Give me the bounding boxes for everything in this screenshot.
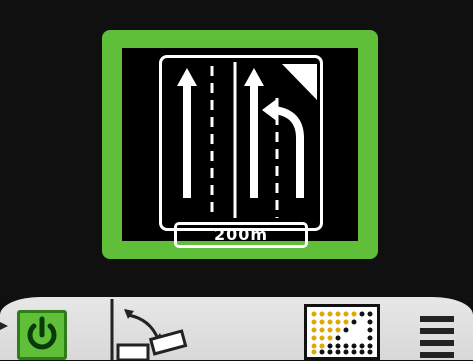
power-button[interactable] (17, 310, 67, 360)
straight-arrow-icon (177, 68, 197, 198)
lane-change-icon[interactable] (106, 297, 190, 360)
selected-sign-frame[interactable]: 200m (102, 30, 378, 259)
menu-icon[interactable] (420, 316, 454, 360)
selection-pointer-icon (0, 322, 8, 330)
sign-background: 200m (122, 48, 358, 248)
bottom-toolbar (0, 297, 473, 360)
distance-label: 200m (174, 222, 308, 248)
lane-arrows-graphic (177, 62, 317, 218)
curved-merge-arrow-icon (262, 98, 304, 198)
straight-arrow-icon-2 (244, 68, 264, 198)
lane-end-marker-icon (282, 64, 317, 100)
display-screen: 200m (0, 0, 473, 300)
arrow-board-pattern-icon[interactable] (304, 304, 380, 360)
power-icon (27, 316, 57, 350)
lane-sign (159, 55, 323, 231)
